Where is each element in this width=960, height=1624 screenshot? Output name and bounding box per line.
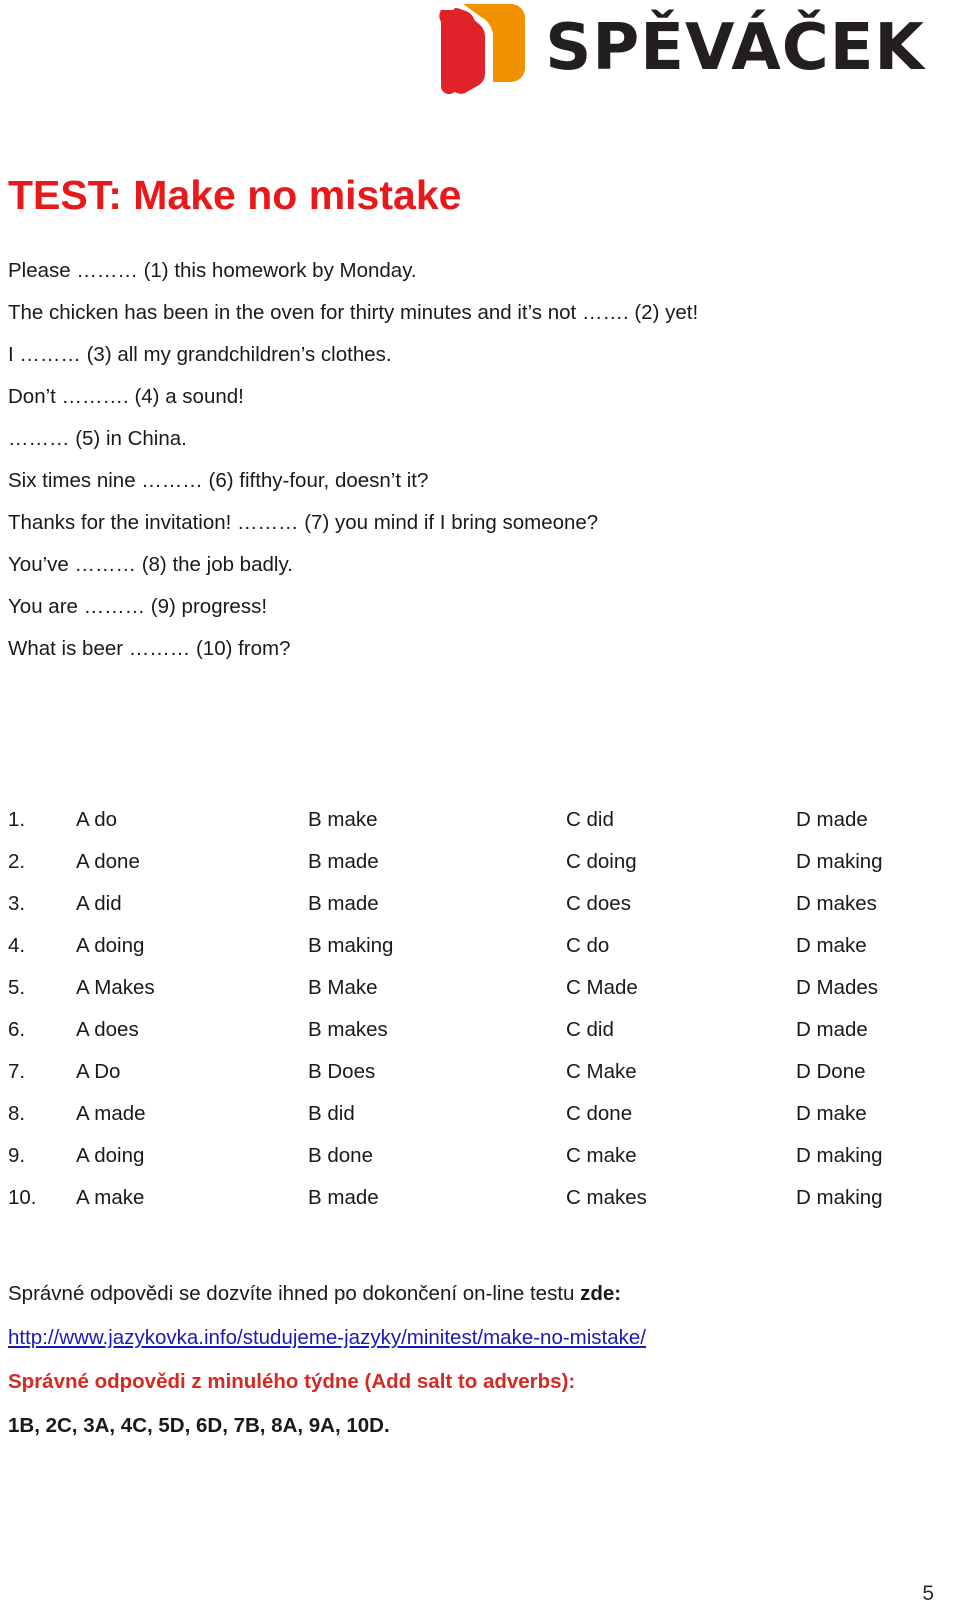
option-a[interactable]: A do [76,808,308,850]
previous-week-heading: Správné odpovědi z minulého týdne (Add s… [8,1370,576,1393]
option-b[interactable]: B did [308,1102,566,1144]
option-b[interactable]: B make [308,808,566,850]
option-b[interactable]: B makes [308,1018,566,1060]
option-number: 2. [8,850,26,873]
option-a[interactable]: A Do [76,1060,308,1102]
option-c[interactable]: C did [566,1018,796,1060]
option-a[interactable]: A does [76,1018,308,1060]
option-a[interactable]: A did [76,892,308,934]
option-number: 9. [8,1144,26,1167]
online-test-info-emphasis: zde: [580,1282,622,1305]
option-d[interactable]: D Mades [796,976,952,1018]
answer-options-table: 1. A do B make C did D made 2. A done B … [8,808,952,1228]
option-number: 3. [8,892,26,915]
online-test-info: Správné odpovědi se dozvíte ihned po dok… [8,1272,948,1316]
option-b[interactable]: B made [308,1186,566,1228]
option-c[interactable]: C doing [566,850,796,892]
brand-logo: SPĚVÁČEK [419,2,925,94]
table-row: 10. A make B made C makes D making [8,1186,952,1228]
brand-name: SPĚVÁČEK [545,11,925,85]
table-row: 1. A do B make C did D made [8,808,952,850]
page-title: TEST: Make no mistake [8,172,462,218]
option-c[interactable]: C Made [566,976,796,1018]
option-number: 1. [8,808,26,831]
question-sentence-4: Don’t ………. (4) a sound! [8,385,244,408]
document-page: SPĚVÁČEK TEST: Make no mistake Please ……… [0,0,960,1624]
option-a[interactable]: A Makes [76,976,308,1018]
option-number: 6. [8,1018,26,1041]
option-d[interactable]: D make [796,934,952,976]
option-b[interactable]: B making [308,934,566,976]
book-logo-icon [419,2,527,94]
question-sentence-9: You are ……… (9) progress! [8,595,268,618]
option-number: 10. [8,1186,37,1209]
previous-week-answers: 1B, 2C, 3A, 4C, 5D, 6D, 7B, 8A, 9A, 10D. [8,1414,390,1437]
question-sentence-5: ……… (5) in China. [8,427,187,450]
option-a[interactable]: A make [76,1186,308,1228]
question-sentence-10: What is beer ……… (10) from? [8,637,291,660]
option-d[interactable]: D make [796,1102,952,1144]
option-b[interactable]: B done [308,1144,566,1186]
table-row: 4. A doing B making C do D make [8,934,952,976]
option-a[interactable]: A made [76,1102,308,1144]
option-d[interactable]: D Done [796,1060,952,1102]
table-row: 6. A does B makes C did D made [8,1018,952,1060]
option-b[interactable]: B made [308,850,566,892]
table-row: 9. A doing B done C make D making [8,1144,952,1186]
table-row: 8. A made B did C done D make [8,1102,952,1144]
option-d[interactable]: D making [796,1144,952,1186]
option-d[interactable]: D made [796,808,952,850]
option-c[interactable]: C done [566,1102,796,1144]
option-a[interactable]: A doing [76,934,308,976]
questions-list: Please ……… (1) this homework by Monday. … [8,250,948,670]
page-number: 5 [922,1582,934,1605]
option-a[interactable]: A doing [76,1144,308,1186]
option-b[interactable]: B Does [308,1060,566,1102]
option-b[interactable]: B made [308,892,566,934]
option-d[interactable]: D made [796,1018,952,1060]
table-row: 7. A Do B Does C Make D Done [8,1060,952,1102]
option-c[interactable]: C does [566,892,796,934]
table-row: 3. A did B made C does D makes [8,892,952,934]
option-c[interactable]: C do [566,934,796,976]
option-d[interactable]: D makes [796,892,952,934]
option-number: 7. [8,1060,26,1083]
question-sentence-3: I ……… (3) all my grandchildren’s clothes… [8,343,392,366]
question-sentence-1: Please ……… (1) this homework by Monday. [8,259,417,282]
page-header: SPĚVÁČEK [0,0,960,110]
online-test-info-text: Správné odpovědi se dozvíte ihned po dok… [8,1282,581,1305]
option-d[interactable]: D making [796,1186,952,1228]
footer-block: Správné odpovědi se dozvíte ihned po dok… [8,1272,948,1448]
option-a[interactable]: A done [76,850,308,892]
option-c[interactable]: C makes [566,1186,796,1228]
question-sentence-6: Six times nine ……… (6) fifthy-four, does… [8,469,429,492]
option-number: 5. [8,976,26,999]
option-number: 4. [8,934,26,957]
question-sentence-7: Thanks for the invitation! ……… (7) you m… [8,511,599,534]
question-sentence-2: The chicken has been in the oven for thi… [8,301,699,324]
option-c[interactable]: C did [566,808,796,850]
table-row: 2. A done B made C doing D making [8,850,952,892]
table-row: 5. A Makes B Make C Made D Mades [8,976,952,1018]
option-c[interactable]: C Make [566,1060,796,1102]
online-test-link[interactable]: http://www.jazykovka.info/studujeme-jazy… [8,1316,646,1360]
option-d[interactable]: D making [796,850,952,892]
option-c[interactable]: C make [566,1144,796,1186]
option-b[interactable]: B Make [308,976,566,1018]
question-sentence-8: You’ve ……… (8) the job badly. [8,553,293,576]
option-number: 8. [8,1102,26,1125]
